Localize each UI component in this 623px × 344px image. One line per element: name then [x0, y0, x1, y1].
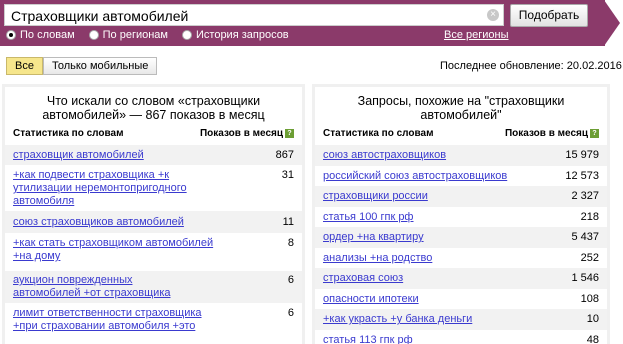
query-count: 31: [281, 169, 294, 181]
table-row: анализы +на родство 252: [315, 248, 607, 269]
query-count: 6: [287, 307, 294, 319]
help-icon[interactable]: ?: [590, 128, 599, 138]
right-panel: Запросы, похожие на "страховщики автомоб…: [312, 84, 610, 344]
radio-label: История запросов: [196, 29, 289, 41]
find-button[interactable]: Подобрать: [510, 4, 588, 27]
query-link[interactable]: ордер +на квартиру: [323, 231, 424, 243]
filter-all-button[interactable]: Все: [6, 57, 43, 75]
table-row: страховщик автомобилей 867: [5, 145, 302, 165]
query-link[interactable]: российский союз автостраховщиков: [323, 170, 507, 182]
table-row: опасности ипотеки 108: [315, 289, 607, 310]
search-mode-radios: По словам По регионам История запросов: [6, 28, 303, 42]
query-count: 1 546: [571, 272, 599, 285]
query-count: 867: [275, 149, 294, 161]
table-row: союз страховщиков автомобилей 11: [5, 211, 302, 233]
query-count: 12 573: [565, 169, 599, 182]
query-count: 48: [586, 333, 599, 344]
right-panel-title: Запросы, похожие на "страховщики автомоб…: [357, 94, 565, 122]
table-row: страховая союз 1 546: [315, 268, 607, 289]
search-input[interactable]: Страховщики автомобилей: [4, 4, 504, 26]
query-link[interactable]: анализы +на родство: [323, 252, 432, 264]
left-table-header: Статистика по словам Показов в месяц?: [5, 127, 302, 141]
clear-icon[interactable]: ×: [487, 9, 499, 21]
last-update: Последнее обновление: 20.02.2016: [440, 60, 622, 72]
query-count: 2 327: [571, 190, 599, 203]
table-row: страховщики россии 2 327: [315, 186, 607, 207]
query-link[interactable]: страховая союз: [323, 272, 403, 284]
column-header-words: Статистика по словам: [13, 128, 124, 139]
right-table-body: союз автостраховщиков 15 979 российский со…: [315, 145, 607, 344]
query-link[interactable]: союз страховщиков автомобилей: [13, 216, 184, 228]
left-panel-title: Что искали со словом «страховщики автомо…: [42, 94, 265, 122]
query-count: 218: [580, 210, 599, 223]
table-row: российский союз автостраховщиков 12 573: [315, 166, 607, 187]
query-link[interactable]: опасности ипотеки: [323, 293, 419, 305]
query-link[interactable]: союз автостраховщиков: [323, 149, 446, 161]
all-regions-link[interactable]: Все регионы: [444, 29, 509, 41]
query-link[interactable]: страховщик автомобилей: [13, 149, 144, 161]
radio-by-words[interactable]: По словам: [6, 29, 75, 41]
query-count: 10: [586, 313, 599, 326]
left-panel: Что искали со словом «страховщики автомо…: [2, 84, 305, 344]
filter-mobile-button[interactable]: Только мобильные: [42, 57, 158, 75]
device-filter: Все Только мобильные: [6, 57, 158, 75]
table-row: +как украсть +у банка деньги 10: [315, 309, 607, 330]
query-link[interactable]: аукцион поврежденных автомобилей +от стр…: [13, 274, 203, 303]
column-header-shows: Показов в месяц: [199, 128, 283, 139]
query-link[interactable]: +как украсть +у банка деньги: [323, 313, 472, 325]
table-row: статья 100 гпк рф 218: [315, 207, 607, 228]
radio-label: По словам: [20, 29, 75, 41]
radio-icon[interactable]: [6, 30, 16, 40]
table-row: союз автостраховщиков 15 979: [315, 145, 607, 166]
column-header-words: Статистика по словам: [323, 128, 434, 139]
radio-icon[interactable]: [88, 30, 99, 40]
radio-label: По регионам: [102, 29, 168, 41]
query-count: 5 437: [571, 231, 599, 244]
radio-by-regions[interactable]: По регионам: [88, 29, 168, 41]
right-table-header: Статистика по словам Показов в месяц?: [315, 127, 607, 141]
query-count: 15 979: [565, 149, 599, 162]
table-row: аукцион поврежденных автомобилей +от стр…: [5, 271, 302, 303]
query-count: 108: [580, 292, 599, 305]
radio-query-history[interactable]: История запросов: [182, 29, 289, 41]
table-row: +как стать страховщиком автомобилей +на …: [5, 233, 302, 271]
query-link[interactable]: статья 100 гпк рф: [323, 211, 414, 223]
table-row: статья 113 гпк рф 48: [315, 330, 607, 344]
query-link[interactable]: лимит ответственности страховщика +при с…: [13, 307, 213, 339]
table-row: +как подвести страховщика +к утилизации …: [5, 165, 302, 211]
query-link[interactable]: страховщики россии: [323, 190, 428, 202]
search-bar-arrow: [604, 0, 620, 46]
table-row: лимит ответственности страховщика +при с…: [5, 303, 302, 339]
help-icon[interactable]: ?: [285, 128, 294, 138]
query-link[interactable]: +как стать страховщиком автомобилей +на …: [13, 237, 218, 271]
query-count: 8: [287, 237, 294, 249]
query-count: 6: [287, 274, 294, 286]
query-link[interactable]: +как подвести страховщика +к утилизации …: [13, 169, 213, 211]
query-count: 252: [580, 251, 599, 264]
query-count: 11: [282, 216, 294, 228]
column-header-shows: Показов в месяц: [504, 128, 588, 139]
radio-icon[interactable]: [182, 30, 192, 40]
table-row: ордер +на квартиру 5 437: [315, 227, 607, 248]
query-link[interactable]: статья 113 гпк рф: [323, 334, 413, 344]
